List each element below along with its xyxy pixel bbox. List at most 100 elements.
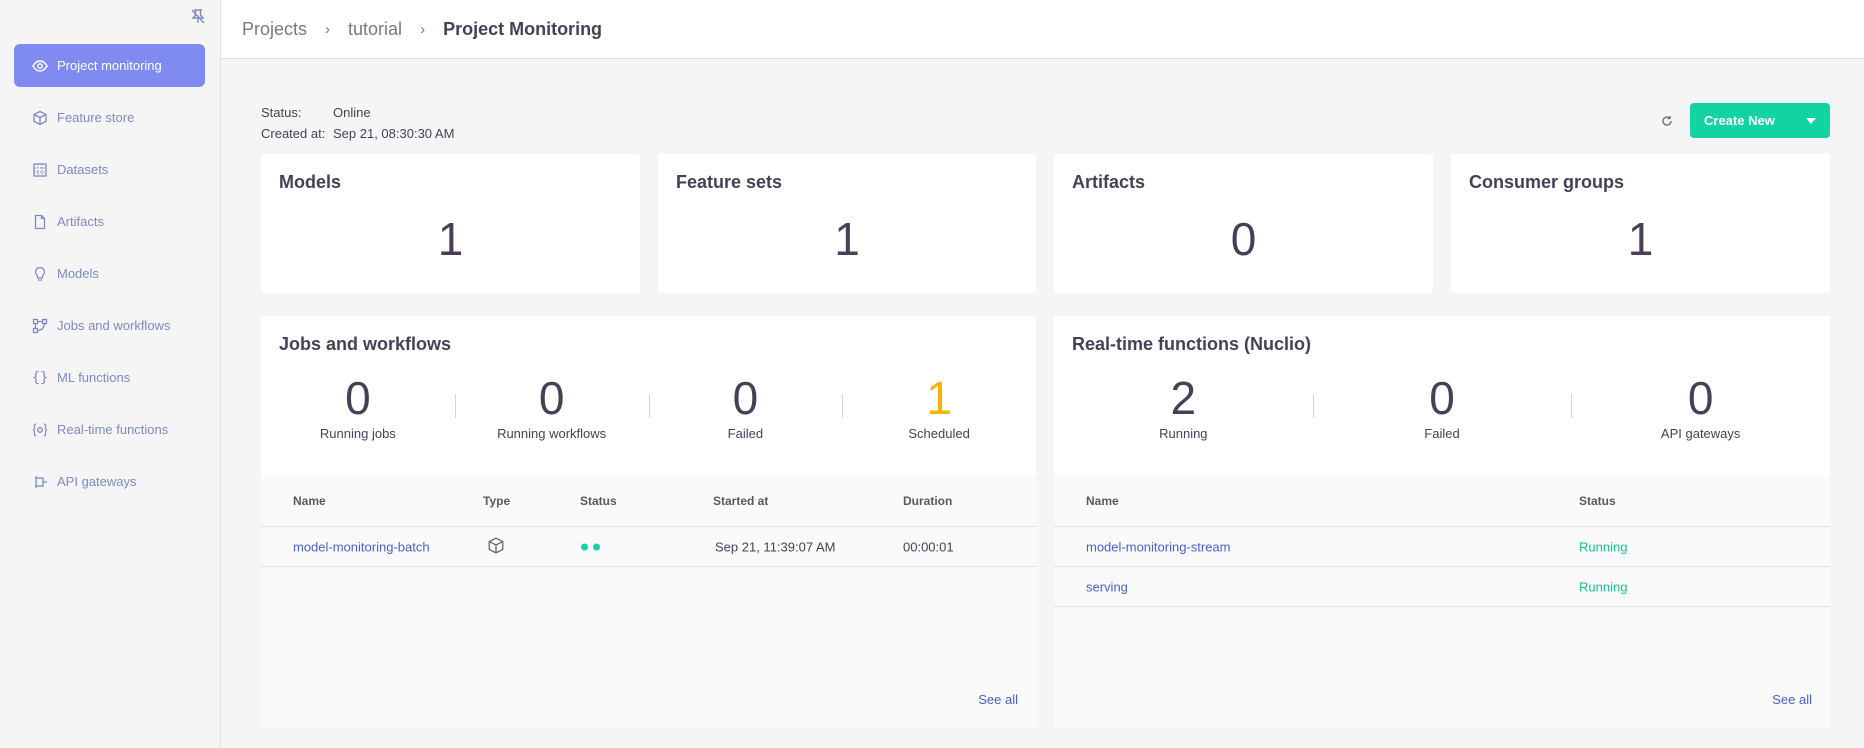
stat-label: Scheduled	[908, 426, 970, 441]
panel-title: Jobs and workflows	[279, 334, 452, 354]
sidebar-item-artifacts[interactable]: Artifacts	[14, 200, 205, 243]
sidebar-item-models[interactable]: Models	[14, 252, 205, 295]
table-row[interactable]: model-monitoring-batch Sep 21, 11:39:07 …	[261, 527, 1036, 567]
sidebar-item-jobs-and-workflows[interactable]: Jobs and workflows	[14, 304, 205, 347]
chevron-right-icon: ›	[420, 20, 426, 38]
braces-icon: {}	[31, 369, 49, 386]
jobs-table: Name Type Status Started at Duration mod…	[261, 476, 1036, 729]
see-all-functions-link[interactable]: See all	[1772, 692, 1812, 707]
functions-table: Name Status model-monitoring-stream Runn…	[1054, 476, 1830, 729]
job-duration: 00:00:01	[903, 539, 954, 554]
column-header-type[interactable]: Type	[483, 494, 510, 508]
sidebar-item-ml-functions[interactable]: {} ML functions	[14, 356, 205, 399]
created-value: Sep 21, 08:30:30 AM	[333, 126, 455, 141]
function-name-link[interactable]: serving	[1086, 579, 1128, 594]
job-type-cube-icon	[487, 536, 505, 557]
sidebar-item-feature-store[interactable]: Feature store	[14, 96, 205, 139]
stat-label: Failed	[727, 426, 764, 441]
jobs-workflows-panel: Jobs and workflows 0 Running jobs 0 Runn…	[261, 316, 1036, 729]
functions-stats: 2 Running 0 Failed 0 API gateways	[1054, 372, 1830, 441]
function-status: Running	[1579, 579, 1628, 594]
stat-value: 0	[345, 372, 371, 424]
stat-value: 0	[1687, 372, 1714, 424]
column-header-name[interactable]: Name	[293, 494, 326, 508]
status-dot-icon	[581, 543, 588, 550]
gateway-icon	[32, 474, 48, 490]
status-dot-icon	[593, 543, 600, 550]
stat-label: Failed	[1424, 426, 1460, 441]
caret-down-icon[interactable]	[1792, 103, 1830, 138]
card-count: 1	[1627, 213, 1654, 265]
column-header-status[interactable]: Status	[580, 494, 617, 508]
see-all-jobs-link[interactable]: See all	[978, 692, 1018, 707]
sidebar: Project monitoring Feature store Dataset…	[0, 0, 221, 748]
function-status: Running	[1579, 539, 1628, 554]
stat-running-jobs[interactable]: 0 Running jobs	[261, 372, 455, 441]
sidebar-item-label: Artifacts	[57, 214, 104, 229]
eye-icon	[32, 58, 48, 74]
gear-brace-icon	[32, 422, 48, 438]
sidebar-item-api-gateways[interactable]: API gateways	[14, 460, 205, 503]
sidebar-item-label: Project monitoring	[57, 58, 162, 73]
stat-value: 0	[732, 372, 759, 424]
column-header-started-at[interactable]: Started at	[713, 494, 768, 508]
create-new-button[interactable]: Create New	[1690, 103, 1830, 138]
sidebar-item-label: ML functions	[57, 370, 131, 385]
stat-running-workflows[interactable]: 0 Running workflows	[454, 372, 649, 441]
card-title: Models	[279, 172, 342, 192]
stat-label: Running	[1159, 426, 1208, 441]
feature-sets-card[interactable]: Feature sets 1	[658, 154, 1036, 293]
workflow-icon	[32, 318, 48, 334]
unpin-icon[interactable]	[189, 7, 207, 25]
card-count: 1	[437, 213, 464, 265]
file-icon	[32, 214, 48, 230]
stat-running[interactable]: 2 Running	[1054, 372, 1313, 441]
breadcrumb: Projects › tutorial › Project Monitoring	[221, 0, 1864, 59]
card-count: 0	[1230, 213, 1257, 265]
panel-title: Real-time functions (Nuclio)	[1072, 334, 1312, 354]
table-row[interactable]: model-monitoring-stream Running	[1054, 527, 1830, 567]
stat-failed[interactable]: 0 Failed	[1312, 372, 1572, 441]
table-header: Name Status	[1054, 476, 1830, 527]
chevron-right-icon: ›	[325, 20, 331, 38]
consumer-groups-card[interactable]: Consumer groups 1	[1451, 154, 1830, 293]
bulb-icon	[32, 266, 48, 282]
stat-label: Running jobs	[319, 426, 396, 441]
sidebar-item-real-time-functions[interactable]: Real-time functions	[14, 408, 205, 451]
column-header-duration[interactable]: Duration	[903, 494, 952, 508]
function-name-link[interactable]: model-monitoring-stream	[1086, 539, 1231, 554]
stat-value: 2	[1170, 372, 1197, 424]
sidebar-item-label: Datasets	[57, 162, 109, 177]
stat-value: 0	[1429, 372, 1455, 424]
create-new-label: Create New	[1704, 113, 1775, 128]
table-row[interactable]: serving Running	[1054, 567, 1830, 607]
column-header-name[interactable]: Name	[1086, 494, 1119, 508]
sidebar-item-label: Real-time functions	[57, 422, 169, 437]
sidebar-item-project-monitoring[interactable]: Project monitoring	[14, 44, 205, 87]
column-header-status[interactable]: Status	[1579, 494, 1616, 508]
card-title: Artifacts	[1072, 172, 1146, 192]
stat-failed[interactable]: 0 Failed	[648, 372, 843, 441]
sidebar-item-label: Jobs and workflows	[57, 318, 171, 333]
stat-api-gateways[interactable]: 0 API gateways	[1571, 372, 1830, 441]
refresh-icon[interactable]	[1658, 112, 1676, 130]
job-name-link[interactable]: model-monitoring-batch	[293, 539, 430, 554]
page-title: Project Monitoring	[443, 18, 603, 39]
sidebar-item-datasets[interactable]: Datasets	[14, 148, 205, 191]
jobs-stats: 0 Running jobs 0 Running workflows 0 Fai…	[261, 372, 1036, 441]
table-header: Name Type Status Started at Duration	[261, 476, 1036, 527]
stat-scheduled[interactable]: 1 Scheduled	[842, 372, 1036, 441]
stat-value: 0	[538, 372, 565, 424]
grid-icon	[32, 162, 48, 178]
stat-label: Running workflows	[497, 426, 607, 441]
breadcrumb-project[interactable]: tutorial	[348, 19, 402, 40]
card-count: 1	[834, 213, 860, 265]
artifacts-card[interactable]: Artifacts 0	[1054, 154, 1433, 293]
breadcrumb-projects[interactable]: Projects	[242, 19, 307, 40]
sidebar-nav: Project monitoring Feature store Dataset…	[14, 44, 205, 512]
job-started-at: Sep 21, 11:39:07 AM	[715, 539, 836, 554]
status-dots	[581, 543, 600, 550]
created-label: Created at:	[261, 126, 326, 141]
realtime-functions-panel: Real-time functions (Nuclio) 2 Running 0…	[1054, 316, 1830, 729]
models-card[interactable]: Models 1	[261, 154, 640, 293]
